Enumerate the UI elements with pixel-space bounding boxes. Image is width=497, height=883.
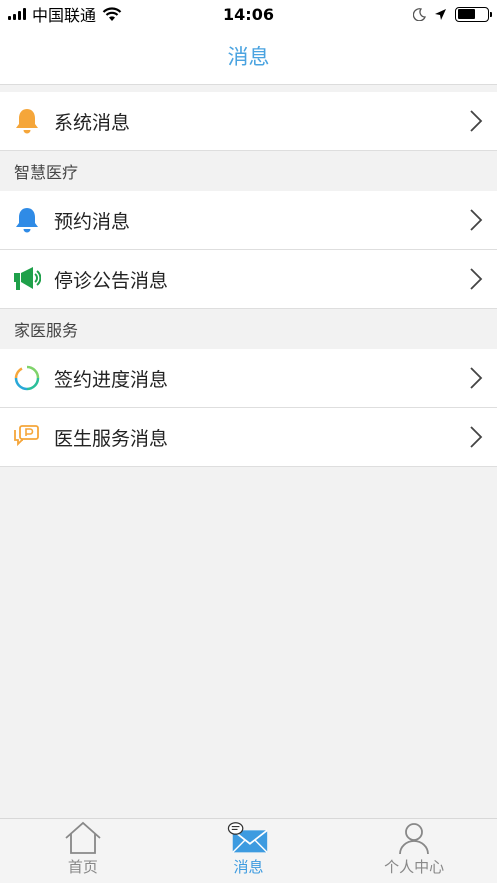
status-right — [413, 6, 492, 22]
contract-progress-row[interactable]: 签约进度消息 — [0, 349, 497, 408]
row-label: 预约消息 — [54, 210, 131, 233]
tab-messages[interactable]: 消息 — [166, 819, 332, 883]
chat-bubble-icon — [13, 423, 41, 451]
person-icon — [392, 821, 436, 855]
row-label: 系统消息 — [54, 111, 131, 134]
battery-icon — [455, 6, 492, 22]
page-title: 消息 — [227, 45, 270, 69]
suspension-notice-row[interactable]: 停诊公告消息 — [0, 250, 497, 309]
chevron-right-icon — [470, 268, 483, 290]
megaphone-icon — [13, 265, 41, 293]
tab-label: 消息 — [233, 858, 264, 876]
location-arrow-icon — [435, 8, 446, 20]
section-header-family-doctor: 家医服务 — [0, 309, 497, 349]
section-header-smart-medical: 智慧医疗 — [0, 151, 497, 191]
chevron-right-icon — [470, 367, 483, 389]
tab-bar: 首页 消息 个人中心 — [0, 818, 497, 883]
message-list: 系统消息 智慧医疗 预约消息 停诊公告消息 家医服务 签约进度消息 医生服务消息 — [0, 92, 497, 467]
wifi-icon — [102, 6, 122, 21]
carrier-label: 中国联通 — [32, 6, 97, 25]
chevron-right-icon — [470, 426, 483, 448]
progress-ring-icon — [13, 364, 41, 392]
status-left: 中国联通 — [8, 2, 122, 26]
row-label: 停诊公告消息 — [54, 269, 169, 292]
envelope-icon — [227, 821, 271, 855]
signal-icon — [8, 8, 26, 20]
tab-home[interactable]: 首页 — [0, 819, 166, 883]
tab-label: 首页 — [67, 858, 98, 876]
row-label: 医生服务消息 — [54, 427, 169, 450]
nav-bar: 消息 — [0, 28, 497, 85]
tab-profile[interactable]: 个人中心 — [331, 819, 497, 883]
home-icon — [61, 821, 105, 855]
moon-icon — [413, 7, 426, 21]
system-message-row[interactable]: 系统消息 — [0, 92, 497, 151]
bell-icon — [13, 107, 41, 135]
appointment-message-row[interactable]: 预约消息 — [0, 191, 497, 250]
chevron-right-icon — [470, 209, 483, 231]
status-bar: 中国联通 14:06 — [0, 0, 497, 28]
doctor-service-row[interactable]: 医生服务消息 — [0, 408, 497, 467]
bell-icon — [13, 206, 41, 234]
chevron-right-icon — [470, 110, 483, 132]
tab-label: 个人中心 — [384, 858, 445, 876]
row-label: 签约进度消息 — [54, 368, 169, 391]
